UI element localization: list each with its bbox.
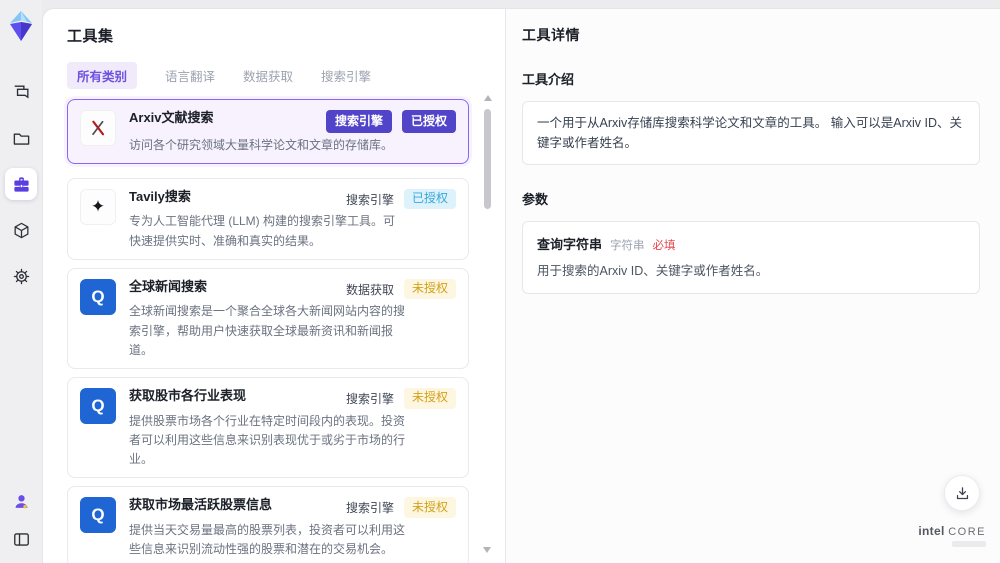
intro-text-box: 一个用于从Arxiv存储库搜索科学论文和文章的工具。 输入可以是Arxiv ID… xyxy=(522,101,980,165)
download-button[interactable] xyxy=(944,475,980,511)
tool-description: 专为人工智能代理 (LLM) 构建的搜索引擎工具。可快速提供实时、准确和真实的结… xyxy=(129,214,396,248)
status-badge: 未授权 xyxy=(403,278,456,300)
params-heading: 参数 xyxy=(522,192,549,207)
tool-badges: 搜索引擎 已授权 xyxy=(325,110,456,133)
tab-all-categories[interactable]: 所有类别 xyxy=(67,62,138,89)
tools-list-panel: 工具集 所有类别 语言翻译 数据获取 搜索引擎 Arxiv文献搜索 搜索引擎 已… xyxy=(43,9,506,563)
arxiv-logo-icon xyxy=(80,110,116,146)
category-label: 数据获取 xyxy=(345,282,394,297)
tool-detail-panel: 工具详情 工具介绍 一个用于从Arxiv存储库搜索科学论文和文章的工具。 输入可… xyxy=(506,9,1000,563)
tool-badges: 搜索引擎 已授权 xyxy=(345,188,456,210)
category-badge: 搜索引擎 xyxy=(325,110,392,133)
sidebar-item-plugins[interactable] xyxy=(5,214,37,246)
sidebar-item-collapse[interactable] xyxy=(5,523,37,555)
param-required-flag: 必填 xyxy=(652,240,676,252)
param-name: 查询字符串 xyxy=(537,237,603,252)
tavily-logo-icon: ✦ xyxy=(80,188,116,225)
gear-icon xyxy=(13,268,29,284)
tool-card-sector-performance[interactable]: Q 获取股市各行业表现 搜索引擎 未授权 提供股票市场各个行业在特定时间段内的表… xyxy=(67,376,469,479)
param-description: 用于搜索的Arxiv ID、关键字或作者姓名。 xyxy=(537,264,769,278)
tool-description: 提供股票市场各个行业在特定时间段内的表现。投资者可以利用这些信息来识别表现优于或… xyxy=(129,413,406,466)
cube-icon xyxy=(14,222,28,238)
status-badge: 已授权 xyxy=(401,110,456,133)
sidebar-item-chat[interactable] xyxy=(5,76,37,108)
intel-core-logo: intel core xyxy=(918,524,986,547)
tool-name: 全球新闻搜索 xyxy=(129,278,208,294)
category-label: 搜索引擎 xyxy=(345,192,394,207)
detail-title: 工具详情 xyxy=(522,27,580,43)
tool-badges: 搜索引擎 未授权 xyxy=(346,497,456,518)
app-sidebar xyxy=(0,0,42,563)
chat-icon xyxy=(13,84,29,99)
panel-toggle-icon xyxy=(13,532,29,546)
sidebar-item-toolbox[interactable] xyxy=(5,168,37,200)
tool-card-global-news[interactable]: Q 全球新闻搜索 数据获取 未授权 全球新闻搜索是一个聚合全球各大新闻网站内容的… xyxy=(67,267,469,369)
tool-description: 全球新闻搜索是一个聚合全球各大新闻网站内容的搜索引擎，帮助用户快速获取全球最新资… xyxy=(129,304,406,357)
scroll-down-icon[interactable] xyxy=(483,547,491,553)
status-badge: 未授权 xyxy=(403,497,456,518)
tool-name: 获取市场最活跃股票信息 xyxy=(129,497,273,513)
intro-heading: 工具介绍 xyxy=(522,72,575,87)
list-scrollbar[interactable] xyxy=(483,95,492,553)
sidebar-item-files[interactable] xyxy=(5,122,37,154)
status-badge: 未授权 xyxy=(403,387,456,409)
download-icon xyxy=(956,486,968,499)
tool-card-tavily[interactable]: ✦ Tavily搜索 搜索引擎 已授权 专为人工智能代理 (LLM) 构建的搜索… xyxy=(67,177,469,260)
tool-name: 获取股市各行业表现 xyxy=(129,387,247,403)
tool-badges: 数据获取 未授权 xyxy=(345,278,456,300)
user-avatar-icon xyxy=(15,494,27,508)
toolbox-icon xyxy=(13,176,29,192)
tool-name: Arxiv文献搜索 xyxy=(129,110,214,125)
tool-description: 提供当天交易量最高的股票列表，投资者可以利用这些信息来识别流动性强的股票和潜在的… xyxy=(129,522,406,556)
param-type: 字符串 xyxy=(610,240,645,252)
tool-description: 访问各个研究领域大量科学论文和文章的存储库。 xyxy=(129,137,394,152)
main-panel: 工具集 所有类别 语言翻译 数据获取 搜索引擎 Arxiv文献搜索 搜索引擎 已… xyxy=(42,8,1000,563)
intel-logo-text: intel xyxy=(918,524,945,538)
tab-language-translation[interactable]: 语言翻译 xyxy=(165,62,215,89)
folder-icon xyxy=(13,132,29,145)
category-tabs: 所有类别 语言翻译 数据获取 搜索引擎 xyxy=(67,62,505,89)
tab-search-engine[interactable]: 搜索引擎 xyxy=(321,62,371,89)
page-title: 工具集 xyxy=(67,28,114,45)
tool-badges: 搜索引擎 未授权 xyxy=(345,387,456,409)
category-label: 搜索引擎 xyxy=(345,500,394,515)
intel-sub-badge xyxy=(952,541,986,547)
parameter-item: 查询字符串 字符串 必填 用于搜索的Arxiv ID、关键字或作者姓名。 xyxy=(522,221,980,294)
market-logo-icon: Q xyxy=(80,497,116,534)
sidebar-item-account[interactable] xyxy=(5,485,37,517)
tool-card-arxiv[interactable]: Arxiv文献搜索 搜索引擎 已授权 访问各个研究领域大量科学论文和文章的存储库… xyxy=(67,99,469,164)
scroll-up-icon[interactable] xyxy=(483,95,492,101)
tool-card-active-stocks[interactable]: Q 获取市场最活跃股票信息 搜索引擎 未授权 提供当天交易量最高的股票列表，投资… xyxy=(67,486,469,563)
scrollbar-thumb[interactable] xyxy=(484,109,491,209)
news-search-logo-icon: Q xyxy=(80,278,116,315)
tab-data-fetch[interactable]: 数据获取 xyxy=(243,62,293,89)
category-label: 搜索引擎 xyxy=(345,391,394,406)
market-logo-icon: Q xyxy=(80,387,116,424)
tool-name: Tavily搜索 xyxy=(129,188,191,204)
app-logo-icon xyxy=(10,11,32,41)
tool-list: Arxiv文献搜索 搜索引擎 已授权 访问各个研究领域大量科学论文和文章的存储库… xyxy=(67,99,505,563)
core-logo-text: core xyxy=(948,526,986,538)
status-badge: 已授权 xyxy=(403,188,456,210)
sidebar-item-settings[interactable] xyxy=(5,260,37,292)
